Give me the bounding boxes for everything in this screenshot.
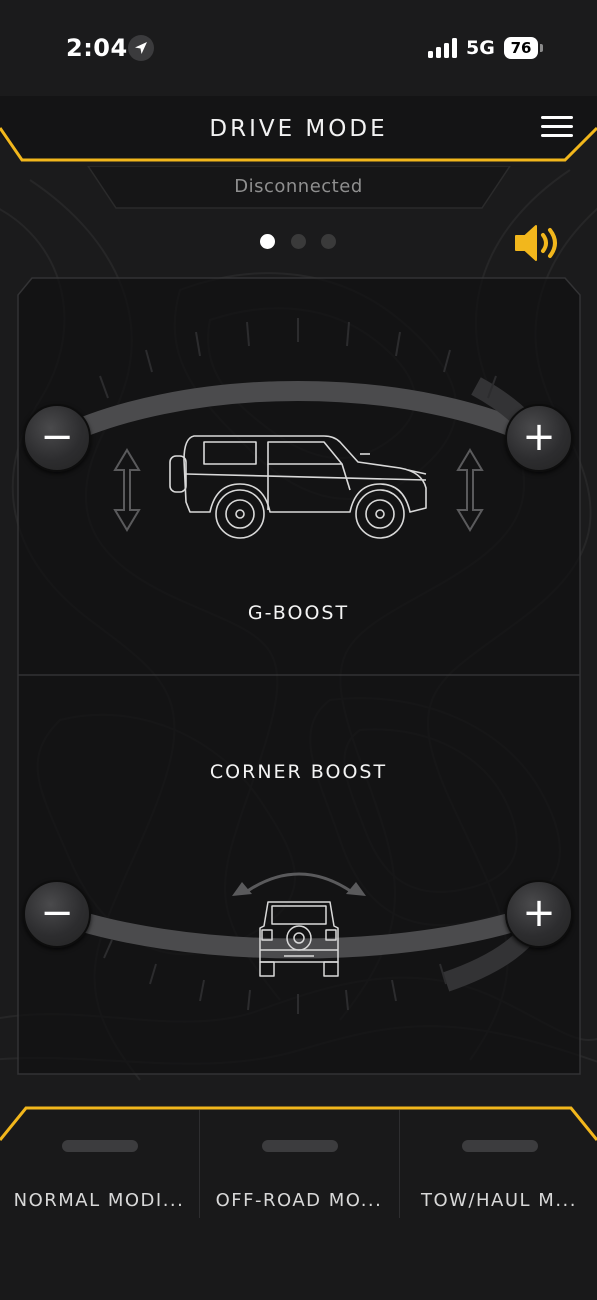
mode-tab-tow-haul[interactable]: TOW/HAUL M...: [400, 1110, 597, 1240]
up-down-arrow-icon: [113, 448, 141, 532]
drive-mode-screen: 2:04 5G 76 DRIVE MODE Disconnected − + G…: [0, 0, 597, 1300]
suv-rear-view-icon: [259, 901, 339, 977]
mode-tab-normal[interactable]: NORMAL MODI...: [0, 1110, 198, 1240]
mode-tab-label: OFF-ROAD MO...: [215, 1190, 383, 1211]
mode-indicator: [62, 1140, 138, 1152]
corner-boost-label: CORNER BOOST: [209, 761, 388, 783]
corner-boost-increase-button[interactable]: +: [505, 880, 573, 948]
g-boost-label: G-BOOST: [247, 602, 350, 624]
mode-tab-label: TOW/HAUL M...: [421, 1190, 577, 1211]
g-boost-decrease-button[interactable]: −: [23, 404, 91, 472]
mode-indicator: [462, 1140, 538, 1152]
g-boost-increase-button[interactable]: +: [505, 404, 573, 472]
suv-side-view-icon: [169, 435, 427, 539]
mode-indicator: [262, 1140, 338, 1152]
up-down-arrow-icon: [456, 448, 484, 532]
corner-boost-decrease-button[interactable]: −: [23, 880, 91, 948]
curved-double-arrow-icon: [232, 872, 366, 896]
mode-tab-label: NORMAL MODI...: [13, 1190, 185, 1211]
mode-tab-off-road[interactable]: OFF-ROAD MO...: [200, 1110, 398, 1240]
drive-mode-tabs: NORMAL MODI... OFF-ROAD MO... TOW/HAUL M…: [0, 1104, 597, 1300]
